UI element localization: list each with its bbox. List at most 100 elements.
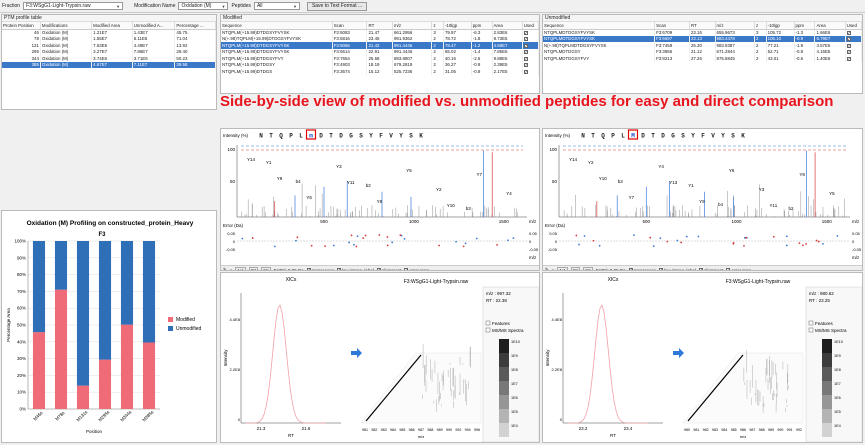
- peptides-select[interactable]: All ▼: [253, 2, 300, 10]
- used-checkbox[interactable]: ✓: [523, 31, 528, 35]
- used-checkbox[interactable]: ✓: [846, 50, 851, 55]
- spectrum-option[interactable]: ✓ low intens. label: [658, 268, 696, 270]
- msms-checkbox[interactable]: [808, 327, 814, 333]
- features-checkbox[interactable]: [808, 320, 814, 326]
- used-checkbox[interactable]: ✓: [523, 69, 528, 74]
- used-checkbox[interactable]: ✓: [846, 37, 851, 42]
- bar-unmodified[interactable]: [142, 241, 156, 343]
- pointer-icon[interactable]: ✎: [223, 267, 227, 270]
- navigate-arrow-icon[interactable]: [351, 348, 362, 358]
- ion-label: Y11: [347, 180, 355, 185]
- table-row[interactable]: 385 Oxidation (M) 4.67E7 7.11E7 39.58: [2, 61, 216, 68]
- pointer-icon[interactable]: ✎: [545, 267, 549, 270]
- spectrum-option[interactable]: ✓ alignment: [698, 268, 723, 270]
- zoom-icon[interactable]: ⌕: [230, 268, 233, 271]
- bar-unmodified[interactable]: [98, 241, 112, 360]
- bar-modified[interactable]: [120, 324, 134, 409]
- spectrum-option[interactable]: ✓ preprocess: [628, 268, 656, 270]
- bar-modified[interactable]: [76, 385, 90, 409]
- unmodified-header[interactable]: -10lgp: [766, 22, 795, 30]
- modified-header[interactable]: Area: [492, 22, 523, 30]
- features-checkbox[interactable]: [485, 320, 491, 326]
- fraction-select[interactable]: F3:WSgG1-Light-Trypsin.raw ▼: [23, 2, 124, 10]
- bar-modified[interactable]: [32, 332, 46, 409]
- unmodified-panel: Unmodified Sequence Scan RT m/z z -10lgp ppm Ar…: [542, 14, 863, 94]
- msms-label: MS/MS Spectra: [492, 328, 524, 333]
- unmodified-header[interactable]: ppm: [794, 22, 816, 30]
- spectrum-zoom-button[interactable]: 2X: [570, 266, 581, 270]
- bar-unmodified[interactable]: [120, 241, 134, 325]
- modified-header[interactable]: RT: [366, 22, 393, 30]
- used-cell[interactable]: ✓: [845, 55, 862, 62]
- option-checkbox[interactable]: ✓: [628, 268, 633, 270]
- used-checkbox[interactable]: ✓: [523, 43, 528, 48]
- bar-unmodified[interactable]: [32, 241, 46, 333]
- unmodified-header[interactable]: Scan: [654, 22, 690, 30]
- bar-modified[interactable]: [142, 342, 156, 409]
- modified-header[interactable]: -10lgp: [443, 22, 472, 30]
- option-checkbox[interactable]: ✓: [336, 268, 341, 270]
- used-checkbox[interactable]: ✓: [846, 56, 851, 61]
- used-checkbox[interactable]: ✓: [523, 63, 528, 68]
- modified-header[interactable]: m/z: [392, 22, 433, 30]
- spectrum-zoom-button[interactable]: 1:1: [235, 266, 246, 270]
- ptm-header[interactable]: Protein Position: [2, 22, 41, 30]
- bar-modified[interactable]: [54, 289, 68, 409]
- used-checkbox[interactable]: ✓: [523, 56, 528, 61]
- ptm-header[interactable]: Modified Area: [91, 22, 133, 30]
- unmodified-header[interactable]: RT: [689, 22, 716, 30]
- ptm-header[interactable]: Modifications: [40, 22, 93, 30]
- msms-checkbox[interactable]: [485, 327, 491, 333]
- modified-header[interactable]: Scan: [332, 22, 368, 30]
- spectrum-zoom-button[interactable]: 2Y: [583, 266, 593, 270]
- option-checkbox[interactable]: ✓: [698, 268, 703, 270]
- zoom-icon[interactable]: ⌕: [552, 268, 555, 271]
- option-checkbox[interactable]: ✓: [376, 268, 381, 270]
- modified-header[interactable]: Sequence: [221, 22, 333, 30]
- modified-header[interactable]: z: [431, 22, 444, 30]
- option-checkbox[interactable]: ✓: [404, 268, 409, 270]
- used-cell[interactable]: ✓: [522, 68, 539, 75]
- option-checkbox[interactable]: ✓: [658, 268, 663, 270]
- ptm-header[interactable]: Unmodified A...: [132, 22, 176, 30]
- modname-select[interactable]: Oxidation (M) ▼: [178, 2, 229, 10]
- save-text-button[interactable]: Save to Text Format ...: [306, 1, 368, 11]
- modified-header[interactable]: Used: [522, 22, 539, 30]
- table-row[interactable]: NTQPLMDTDGSYFVY F3:8213 27.26 875.8845 2 43.0…: [543, 55, 862, 62]
- navigate-arrow-icon[interactable]: [673, 348, 684, 358]
- ptm-header[interactable]: Percentage ...: [174, 22, 216, 30]
- option-checkbox[interactable]: ✓: [306, 268, 311, 270]
- y-tick-label: 0%: [19, 407, 26, 412]
- spectrum-option[interactable]: ✓ alignment: [376, 268, 401, 270]
- unmodified-header[interactable]: Area: [814, 22, 846, 30]
- spectrum-zoom-button[interactable]: 2X: [248, 266, 259, 270]
- spectrum-zoom-button[interactable]: 2Y: [261, 266, 271, 270]
- mz-tick-label: 988: [427, 428, 433, 432]
- spectrum-option[interactable]: ✓ error map: [404, 268, 429, 270]
- spectrum-option[interactable]: ✓ low intens. label: [336, 268, 374, 270]
- table-row[interactable]: NTQPLM(+15.99)DTDGS F3:3674 15.12 525.7236 2…: [221, 68, 539, 75]
- used-checkbox[interactable]: ✓: [846, 43, 851, 48]
- used-checkbox[interactable]: ✓: [846, 31, 851, 35]
- option-checkbox[interactable]: ✓: [726, 268, 731, 270]
- spectrum-option[interactable]: ✓ error map: [726, 268, 751, 270]
- modified-header[interactable]: ppm: [471, 22, 493, 30]
- unmodified-header[interactable]: Sequence: [543, 22, 656, 30]
- error-tick-label: 0.05: [529, 231, 538, 236]
- spectrum-zoom-button[interactable]: 1:1: [557, 266, 568, 270]
- spectrum-option[interactable]: ✓ preprocess: [306, 268, 334, 270]
- unmodified-header[interactable]: m/z: [715, 22, 756, 30]
- y-tick-label: 50: [230, 179, 236, 184]
- bar-unmodified[interactable]: [76, 241, 90, 386]
- unmodified-header[interactable]: z: [754, 22, 767, 30]
- used-checkbox[interactable]: ✓: [523, 37, 528, 42]
- ion-label: Y13: [669, 180, 678, 185]
- x-unit-label: RT: [288, 433, 294, 438]
- unmodified-header[interactable]: Used: [845, 22, 862, 30]
- bar-modified[interactable]: [98, 359, 112, 409]
- intensity-scale-label: 1E10: [834, 340, 843, 344]
- error-point: [353, 243, 355, 246]
- ion-label: Y5: [829, 191, 835, 196]
- used-checkbox[interactable]: ✓: [523, 50, 528, 55]
- bar-unmodified[interactable]: [54, 241, 68, 290]
